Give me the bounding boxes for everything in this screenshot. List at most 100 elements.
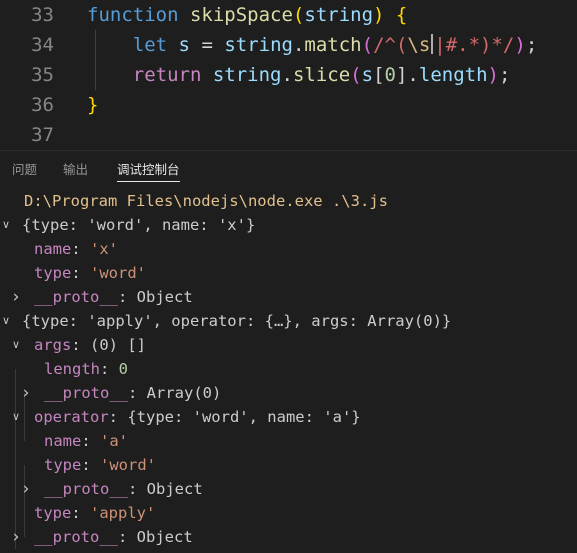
- line-number: 35: [31, 64, 54, 86]
- console-text: {type: 'word', name: 'x'}: [22, 213, 255, 237]
- chevron-down-icon[interactable]: ∨: [10, 405, 22, 429]
- chevron-right-icon[interactable]: ›: [20, 477, 32, 501]
- tree-node[interactable]: › __proto__: Object: [0, 477, 577, 501]
- code-token: match: [304, 34, 362, 56]
- code-text: }: [87, 90, 98, 120]
- code-token: string: [224, 34, 293, 56]
- debug-console-output[interactable]: D:\Program Files\nodejs\node.exe .\3.js ∨…: [0, 189, 577, 553]
- console-token: 'x': [90, 240, 118, 258]
- code-token: \s: [407, 34, 431, 56]
- text-cursor: [431, 34, 434, 54]
- code-token: ]: [395, 64, 408, 86]
- code-token: ): [487, 64, 499, 86]
- console-token: D:\Program Files\nodejs\node.exe .\3.js: [24, 192, 388, 210]
- console-text: __proto__: Object: [34, 285, 193, 309]
- tree-node[interactable]: › __proto__: Object: [0, 285, 577, 309]
- chevron-down-icon[interactable]: ∨: [0, 213, 12, 237]
- console-token: {type: 'apply', operator: {…}, args: Arr…: [22, 312, 452, 330]
- console-text: __proto__: Object: [34, 525, 193, 549]
- code-editor[interactable]: 33 function skipSpace(string) {34 let s =…: [0, 0, 577, 150]
- code-line[interactable]: 37: [0, 120, 577, 150]
- code-line[interactable]: 35 return string.slice(s[0].length);: [0, 60, 577, 90]
- chevron-right-icon[interactable]: ›: [20, 381, 32, 405]
- tree-node[interactable]: › __proto__: Object: [0, 525, 577, 549]
- tab-output[interactable]: 输出: [63, 159, 88, 181]
- tree-node[interactable]: ∨ operator: {type: 'word', name: 'a'}: [0, 405, 577, 429]
- console-token: 0: [118, 360, 129, 378]
- tree-node[interactable]: › __proto__: Array(0): [0, 381, 577, 405]
- console-token: 'word': [90, 264, 146, 282]
- console-token: :: [81, 432, 100, 450]
- chevron-down-icon[interactable]: ∨: [0, 309, 12, 333]
- code-token: {: [395, 4, 408, 26]
- code-line[interactable]: 34 let s = string.match(/^(\s |#.*)*/);: [0, 30, 577, 60]
- console-token: length: [44, 360, 100, 378]
- code-token: length: [418, 64, 488, 86]
- console-token: __proto__: [44, 480, 128, 498]
- code-token: function: [87, 4, 179, 26]
- console-line: name: 'x': [0, 237, 577, 261]
- console-token: 'a': [100, 432, 128, 450]
- line-number: 34: [31, 34, 54, 56]
- code-token: s: [361, 64, 374, 86]
- console-token: :: [71, 264, 90, 282]
- console-token: 'word': [100, 456, 156, 474]
- code-token: .: [407, 64, 419, 86]
- code-token: [: [373, 64, 385, 86]
- code-token: (: [361, 34, 374, 56]
- console-line: name: 'a': [0, 429, 577, 453]
- code-token: ;: [525, 34, 538, 56]
- console-line: type: 'word': [0, 261, 577, 285]
- console-token: __proto__: [34, 528, 118, 546]
- console-token: args: [34, 336, 72, 354]
- code-token: ;: [498, 64, 511, 86]
- code-token: }: [87, 94, 99, 116]
- console-token: {type: 'word', name: 'x'}: [22, 216, 256, 234]
- line-number: 33: [31, 4, 54, 26]
- code-token: (: [350, 64, 362, 86]
- console-text: args: (0) []: [34, 333, 146, 357]
- code-text: let s = string.match(/^(\s |#.*)*/);: [87, 30, 537, 60]
- code-token: 0: [384, 64, 396, 86]
- tree-node[interactable]: ∨ {type: 'apply', operator: {…}, args: Ar…: [0, 309, 577, 333]
- code-line[interactable]: 33 function skipSpace(string) {: [0, 0, 577, 30]
- code-text: function skipSpace(string) {: [87, 0, 407, 30]
- console-token: __proto__: [34, 288, 118, 306]
- console-line: D:\Program Files\nodejs\node.exe .\3.js: [0, 189, 577, 213]
- tree-node[interactable]: ∨ {type: 'word', name: 'x'}: [0, 213, 577, 237]
- code-token: |#.*)*/: [434, 34, 515, 56]
- console-text: __proto__: Object: [44, 477, 203, 501]
- console-token: :: [128, 480, 147, 498]
- chevron-right-icon[interactable]: ›: [10, 525, 22, 549]
- console-token: name: [34, 240, 72, 258]
- console-text: __proto__: Array(0): [44, 381, 221, 405]
- tab-debug-console[interactable]: 调试控制台: [117, 159, 180, 182]
- console-token: type: [44, 456, 82, 474]
- console-token: :: [100, 360, 119, 378]
- console-text: {type: 'apply', operator: {…}, args: Arr…: [22, 309, 451, 333]
- tab-problems[interactable]: 问题: [12, 159, 37, 181]
- code-token: ): [373, 4, 385, 26]
- console-token: Object: [136, 288, 193, 306]
- tree-node[interactable]: ∨ args: (0) []: [0, 333, 577, 357]
- console-token: operator: [34, 408, 109, 426]
- chevron-right-icon[interactable]: ›: [10, 285, 22, 309]
- chevron-down-icon[interactable]: ∨: [10, 333, 22, 357]
- code-line[interactable]: 36}: [0, 90, 577, 120]
- console-token: Object: [146, 480, 203, 498]
- console-token: :: [71, 504, 90, 522]
- line-number: 36: [31, 94, 54, 116]
- bottom-panel: 问题 输出 调试控制台 D:\Program Files\nodejs\node…: [0, 150, 577, 553]
- console-text: name: 'x': [34, 237, 118, 261]
- code-token: let: [132, 34, 168, 56]
- console-token: : (0) []: [71, 336, 146, 354]
- code-token: slice: [292, 64, 351, 86]
- console-token: __proto__: [44, 384, 128, 402]
- code-token: /^(: [373, 34, 408, 56]
- console-token: :: [81, 456, 100, 474]
- code-token: string: [304, 4, 374, 26]
- console-token: :: [118, 288, 137, 306]
